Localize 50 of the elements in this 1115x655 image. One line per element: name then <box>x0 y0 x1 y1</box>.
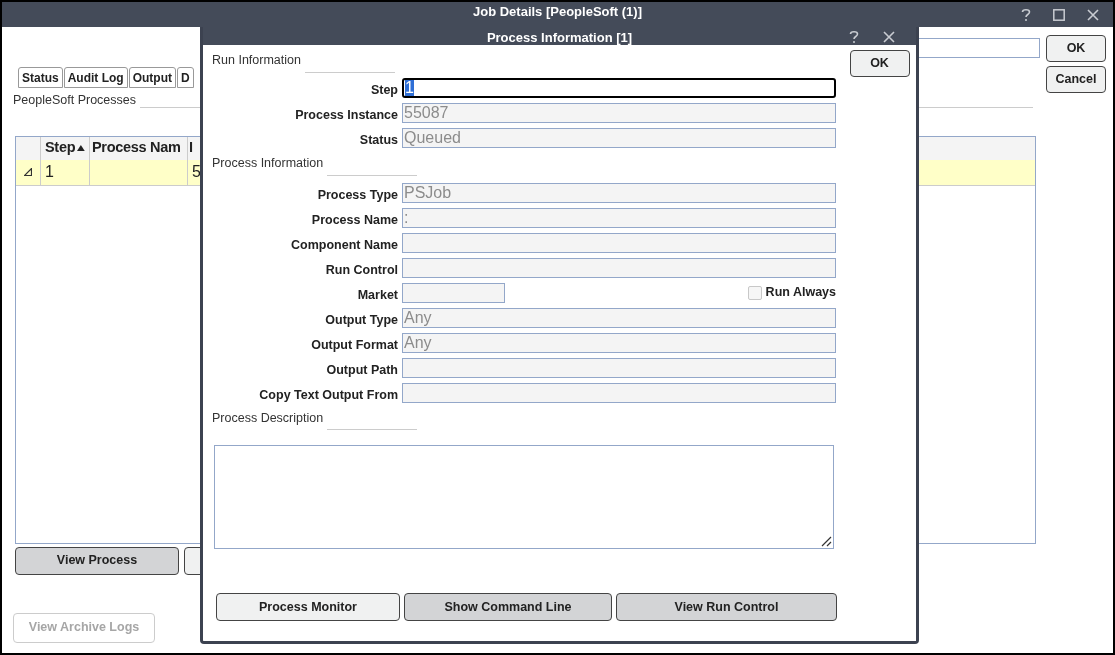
column-header[interactable]: I <box>189 137 193 160</box>
field-label: Process Instance <box>294 106 398 123</box>
tab[interactable]: D <box>177 67 194 88</box>
field-label: Market <box>356 286 398 303</box>
window-title: Job Details [PeopleSoft (1)] <box>473 5 642 19</box>
text-field[interactable] <box>402 232 836 253</box>
dialog-button[interactable]: OK <box>1046 35 1106 62</box>
maximize-icon[interactable] <box>1053 9 1065 21</box>
tab[interactable]: Output <box>128 67 176 88</box>
table-cell-text: 1 <box>45 162 54 183</box>
ok-button[interactable]: OK <box>849 50 910 77</box>
tab[interactable]: Audit Log <box>63 67 128 88</box>
resize-grip-icon[interactable] <box>820 535 832 548</box>
column-header[interactable]: Process Nam <box>92 137 181 160</box>
dialog-button[interactable]: Cancel <box>1046 66 1106 93</box>
field-label: Run Control <box>324 261 398 278</box>
field-label: Component Name <box>290 236 398 253</box>
close-icon[interactable] <box>883 31 895 43</box>
text-field[interactable] <box>402 282 505 303</box>
dialog-action-button[interactable]: Show Command Line <box>404 593 612 621</box>
field-label: Output Type <box>324 311 398 328</box>
field-label: Output Format <box>310 336 398 353</box>
row-indicator-icon <box>24 168 32 177</box>
field-label: Status <box>358 131 398 148</box>
field-label: Step <box>369 81 398 98</box>
input-field[interactable] <box>918 38 1040 58</box>
dialog-title: Process Information [1] <box>486 31 633 45</box>
tab[interactable]: Status <box>18 67 63 88</box>
dialog-action-button[interactable]: Process Monitor <box>216 593 400 621</box>
field-label: Process Name <box>310 211 398 228</box>
help-icon[interactable] <box>1021 8 1031 22</box>
section-heading: Process Description <box>212 409 324 427</box>
text-field[interactable] <box>402 257 836 278</box>
table-cell-text: 5 <box>192 162 201 183</box>
section-label: PeopleSoft Processes <box>13 92 136 109</box>
close-icon[interactable] <box>1087 9 1099 21</box>
text-field[interactable] <box>402 357 836 378</box>
field-label: Copy Text Output From <box>258 386 398 403</box>
view-process-button[interactable]: View Process <box>15 546 179 575</box>
text-field[interactable] <box>402 382 836 403</box>
section-heading: Process Information <box>212 154 324 172</box>
text-field[interactable]: 1 <box>402 77 836 98</box>
help-icon[interactable] <box>849 30 859 44</box>
column-header[interactable]: Step <box>45 137 76 160</box>
section-heading: Run Information <box>212 52 301 69</box>
field-label: Process Type <box>316 186 398 203</box>
dialog-action-button[interactable]: View Run Control <box>616 593 837 621</box>
run-always-checkbox[interactable] <box>747 285 762 300</box>
field-label: Output Path <box>325 361 398 378</box>
checkbox-label: Run Always <box>765 284 836 302</box>
